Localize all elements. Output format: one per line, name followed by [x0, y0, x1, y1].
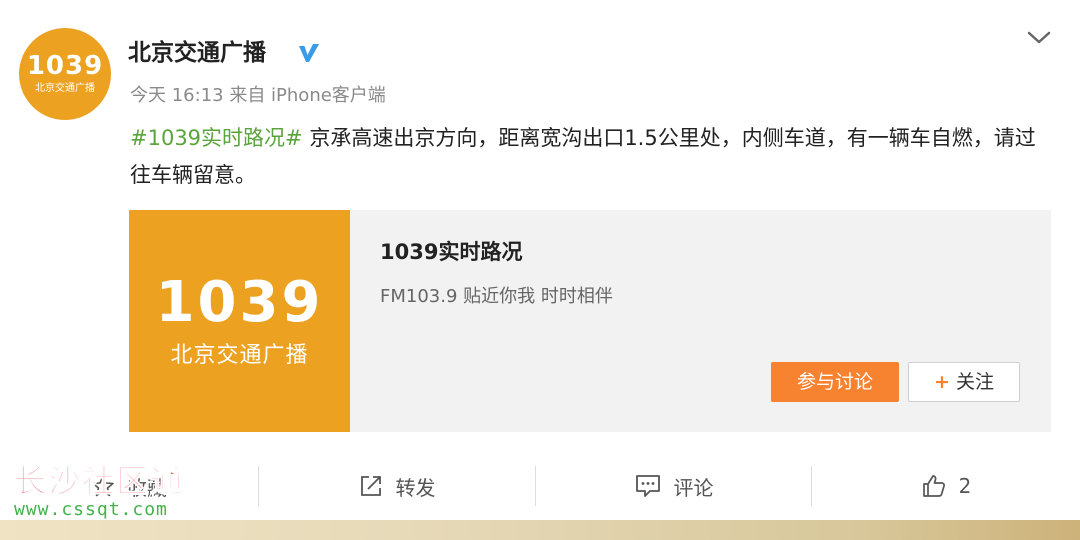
- account-name[interactable]: 北京交通广播: [128, 38, 266, 68]
- avatar[interactable]: 1039 北京交通广播: [19, 28, 111, 120]
- topic-card-image[interactable]: 1039 北京交通广播: [129, 210, 350, 432]
- topic-card-description: FM103.9 贴近你我 时时相伴: [380, 286, 613, 307]
- like-count: 2: [958, 474, 972, 498]
- post-content: #1039实时路况# 京承高速出京方向，距离宽沟出口1.5公里处，内侧车道，有一…: [130, 120, 1050, 194]
- discuss-button[interactable]: 参与讨论: [771, 362, 899, 402]
- comment-icon: [635, 475, 660, 497]
- weibo-post: 1039 北京交通广播 北京交通广播 今天 16:13 来自 iPhone客户端…: [0, 0, 1080, 540]
- watermark-url: www.cssqt.com: [14, 499, 168, 520]
- card-logo-subtitle: 北京交通广播: [170, 343, 309, 368]
- hashtag-link[interactable]: #1039实时路况#: [130, 126, 303, 150]
- watermark-title: 长沙社区通: [13, 462, 185, 501]
- post-meta: 今天 16:13 来自 iPhone客户端: [130, 85, 386, 106]
- repost-label: 转发: [395, 475, 436, 500]
- plus-icon: +: [934, 371, 950, 393]
- avatar-logo-subtitle: 北京交通广播: [35, 83, 95, 94]
- follow-button[interactable]: + 关注: [908, 362, 1020, 402]
- comment-label: 评论: [673, 475, 714, 500]
- verified-icon: [299, 44, 319, 62]
- comment-button[interactable]: 评论: [536, 458, 811, 514]
- thumbs-up-icon: [922, 475, 945, 497]
- topic-card-title[interactable]: 1039实时路况: [380, 238, 522, 266]
- follow-label: 关注: [955, 371, 994, 393]
- repost-button[interactable]: 转发: [259, 458, 534, 514]
- chevron-down-icon[interactable]: [1024, 26, 1054, 50]
- footer-strip: [0, 520, 1080, 540]
- like-button[interactable]: 2: [812, 458, 1080, 514]
- topic-card[interactable]: 1039 北京交通广播 1039实时路况 FM103.9 贴近你我 时时相伴 参…: [129, 210, 1051, 432]
- repost-icon: [360, 476, 381, 496]
- card-logo-number: 1039: [155, 270, 324, 335]
- avatar-logo-number: 1039: [26, 51, 104, 81]
- watermark: 长沙社区通 www.cssqt.com: [13, 462, 185, 520]
